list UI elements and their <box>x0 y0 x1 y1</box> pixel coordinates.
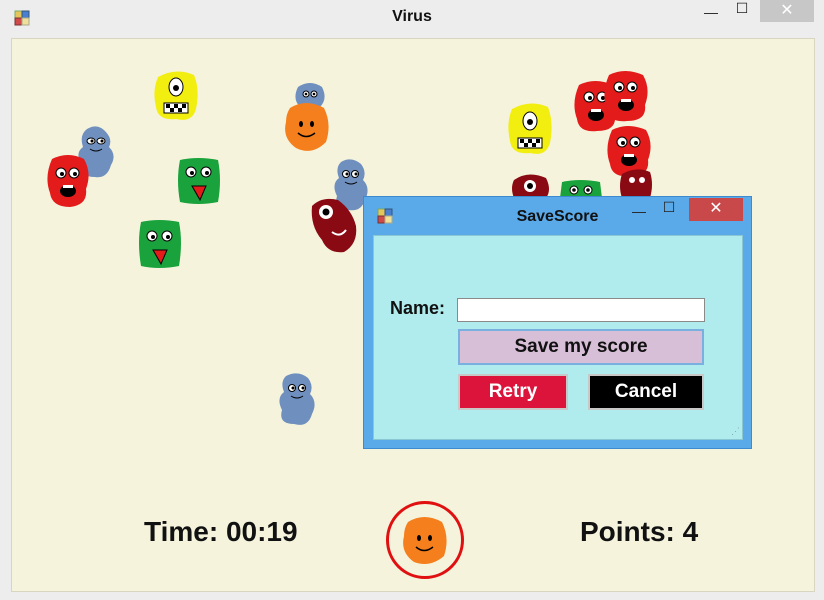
dialog-body: Name: Save my score Retry Cancel ⋰ <box>373 235 743 440</box>
close-button[interactable]: ✕ <box>760 0 814 22</box>
window-titlebar: Virus — ☐ ✕ <box>0 0 824 36</box>
green-virus[interactable] <box>176 156 222 206</box>
save-score-button[interactable]: Save my score <box>458 329 704 365</box>
green-virus[interactable] <box>558 178 604 198</box>
blue-virus[interactable] <box>276 372 318 428</box>
cancel-button[interactable]: Cancel <box>588 374 704 410</box>
name-label: Name: <box>390 298 446 318</box>
dark-red-virus[interactable] <box>510 172 550 198</box>
yellow-virus[interactable] <box>506 101 554 157</box>
red-virus[interactable] <box>44 153 92 209</box>
dialog-close-button[interactable]: ✕ <box>689 198 743 221</box>
dialog-maximize-button[interactable]: ☐ <box>656 199 682 221</box>
dark-red-virus[interactable] <box>618 168 654 198</box>
save-score-dialog: SaveScore — ☐ ✕ Name: Save my score Retr… <box>363 196 752 449</box>
resize-grip-icon[interactable]: ⋰ <box>731 426 740 437</box>
red-virus[interactable] <box>601 69 651 123</box>
green-virus[interactable] <box>137 218 183 270</box>
retry-button[interactable]: Retry <box>458 374 568 410</box>
dark-red-virus[interactable] <box>308 196 358 254</box>
maximize-button[interactable]: ☐ <box>729 0 755 22</box>
name-input[interactable] <box>457 298 705 322</box>
yellow-virus[interactable] <box>152 69 200 123</box>
points-display: Points: 4 <box>580 516 699 547</box>
dialog-minimize-button[interactable]: — <box>626 203 652 225</box>
orange-virus <box>403 517 447 564</box>
next-virus-target <box>386 501 464 579</box>
orange-virus[interactable] <box>282 100 332 154</box>
minimize-button[interactable]: — <box>698 4 724 26</box>
time-display: Time: 00:19 <box>144 516 298 547</box>
